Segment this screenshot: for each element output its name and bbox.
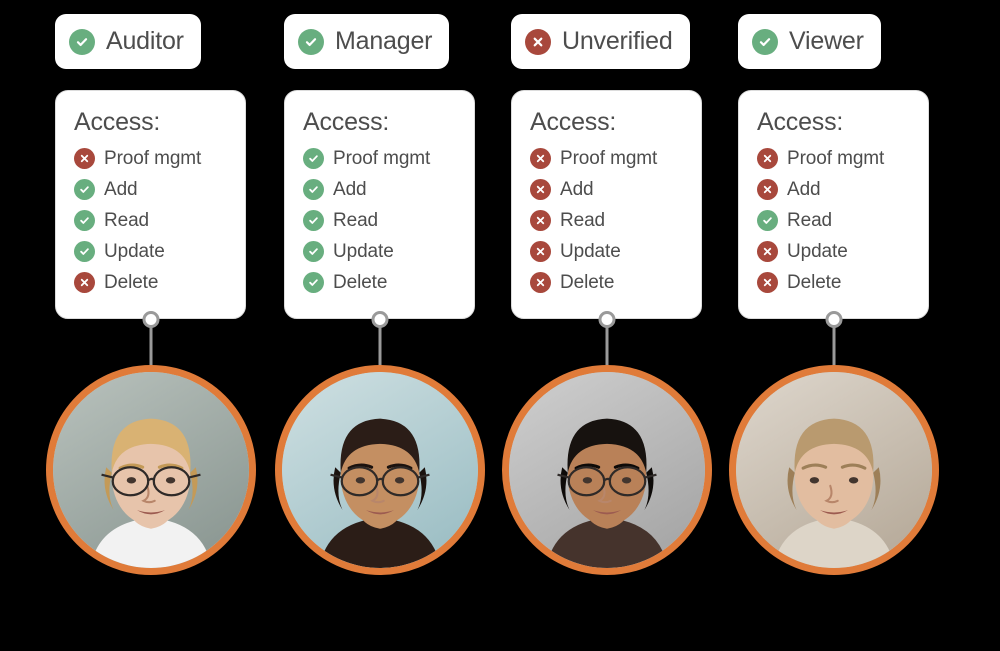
avatar-auditor [46, 365, 256, 575]
permission-list: Proof mgmt Add Read Update Delete [757, 143, 928, 298]
permission-label: Proof mgmt [333, 148, 431, 169]
access-card-auditor: Access: Proof mgmt Add Read Update Delete [55, 90, 246, 319]
avatar-photo [509, 372, 705, 568]
avatar-photo [736, 372, 932, 568]
permission-row: Update [303, 236, 474, 267]
x-circle-icon [530, 210, 551, 231]
permission-label: Proof mgmt [560, 148, 658, 169]
check-circle-icon [298, 28, 324, 55]
x-circle-icon [757, 148, 778, 169]
permission-row: Delete [74, 267, 245, 298]
x-circle-icon [530, 148, 551, 169]
role-pill-unverified[interactable]: Unverified [511, 14, 690, 69]
x-circle-icon [74, 272, 95, 293]
role-pill-viewer[interactable]: Viewer [738, 14, 881, 69]
access-card-title: Access: [757, 108, 844, 136]
permission-label: Update [333, 241, 394, 262]
role-column: Unverified Access: Proof mgmt Add Read Update… [502, 0, 712, 651]
permission-row: Proof mgmt [757, 143, 928, 174]
permission-list: Proof mgmt Add Read Update Delete [530, 143, 701, 298]
permission-row: Delete [530, 267, 701, 298]
check-circle-icon [752, 28, 778, 55]
avatar-photo [282, 372, 478, 568]
x-circle-icon [757, 272, 778, 293]
permission-row: Delete [757, 267, 928, 298]
permission-row: Update [74, 236, 245, 267]
check-circle-icon [69, 28, 95, 55]
x-circle-icon [74, 148, 95, 169]
permission-label: Update [787, 241, 848, 262]
role-column: Viewer Access: Proof mgmt Add Read Update Dele… [729, 0, 939, 651]
access-card-viewer: Access: Proof mgmt Add Read Update Delete [738, 90, 929, 319]
permission-label: Delete [333, 272, 388, 293]
permission-label: Delete [787, 272, 842, 293]
check-circle-icon [303, 210, 324, 231]
check-circle-icon [74, 179, 95, 200]
x-circle-icon [530, 272, 551, 293]
permission-row: Update [530, 236, 701, 267]
access-card-title: Access: [74, 108, 161, 136]
permission-row: Add [74, 174, 245, 205]
permission-row: Read [757, 205, 928, 236]
avatar-manager [275, 365, 485, 575]
permission-label: Update [104, 241, 165, 262]
permission-label: Delete [104, 272, 159, 293]
x-circle-icon [757, 241, 778, 262]
permission-label: Update [560, 241, 621, 262]
role-pill-label: Unverified [562, 27, 673, 55]
permission-label: Proof mgmt [787, 148, 885, 169]
permission-label: Add [787, 179, 821, 200]
permission-row: Add [530, 174, 701, 205]
role-column: Manager Access: Proof mgmt Add Read Update Del… [275, 0, 485, 651]
check-circle-icon [303, 241, 324, 262]
x-circle-icon [530, 179, 551, 200]
check-circle-icon [74, 241, 95, 262]
permission-row: Read [530, 205, 701, 236]
permission-label: Read [787, 210, 833, 231]
permission-label: Proof mgmt [104, 148, 202, 169]
permission-row: Proof mgmt [74, 143, 245, 174]
role-column: Auditor Access: Proof mgmt Add Read Update Del… [46, 0, 256, 651]
avatar-unverified [502, 365, 712, 575]
permission-row: Read [74, 205, 245, 236]
avatar-viewer [729, 365, 939, 575]
permission-row: Add [303, 174, 474, 205]
check-circle-icon [303, 179, 324, 200]
access-card-title: Access: [303, 108, 390, 136]
role-pill-auditor[interactable]: Auditor [55, 14, 201, 69]
permission-label: Read [560, 210, 606, 231]
permission-label: Delete [560, 272, 615, 293]
permission-row: Delete [303, 267, 474, 298]
role-pill-label: Auditor [106, 27, 184, 55]
permission-label: Read [333, 210, 379, 231]
permission-label: Add [333, 179, 367, 200]
role-access-diagram: Auditor Access: Proof mgmt Add Read Update Del… [0, 0, 1000, 651]
role-pill-manager[interactable]: Manager [284, 14, 450, 69]
check-circle-icon [757, 210, 778, 231]
permission-row: Add [757, 174, 928, 205]
check-circle-icon [303, 272, 324, 293]
x-circle-icon [757, 179, 778, 200]
permission-row: Read [303, 205, 474, 236]
permission-row: Update [757, 236, 928, 267]
x-circle-icon [525, 28, 551, 55]
check-circle-icon [303, 148, 324, 169]
permission-list: Proof mgmt Add Read Update Delete [74, 143, 245, 298]
permission-label: Add [560, 179, 594, 200]
permission-list: Proof mgmt Add Read Update Delete [303, 143, 474, 298]
access-card-title: Access: [530, 108, 617, 136]
access-card-unverified: Access: Proof mgmt Add Read Update Delete [511, 90, 702, 319]
permission-label: Read [104, 210, 150, 231]
x-circle-icon [530, 241, 551, 262]
role-pill-label: Viewer [789, 27, 864, 55]
permission-row: Proof mgmt [530, 143, 701, 174]
access-card-manager: Access: Proof mgmt Add Read Update Delete [284, 90, 475, 319]
role-pill-label: Manager [335, 27, 433, 55]
permission-row: Proof mgmt [303, 143, 474, 174]
avatar-photo [53, 372, 249, 568]
check-circle-icon [74, 210, 95, 231]
permission-label: Add [104, 179, 138, 200]
